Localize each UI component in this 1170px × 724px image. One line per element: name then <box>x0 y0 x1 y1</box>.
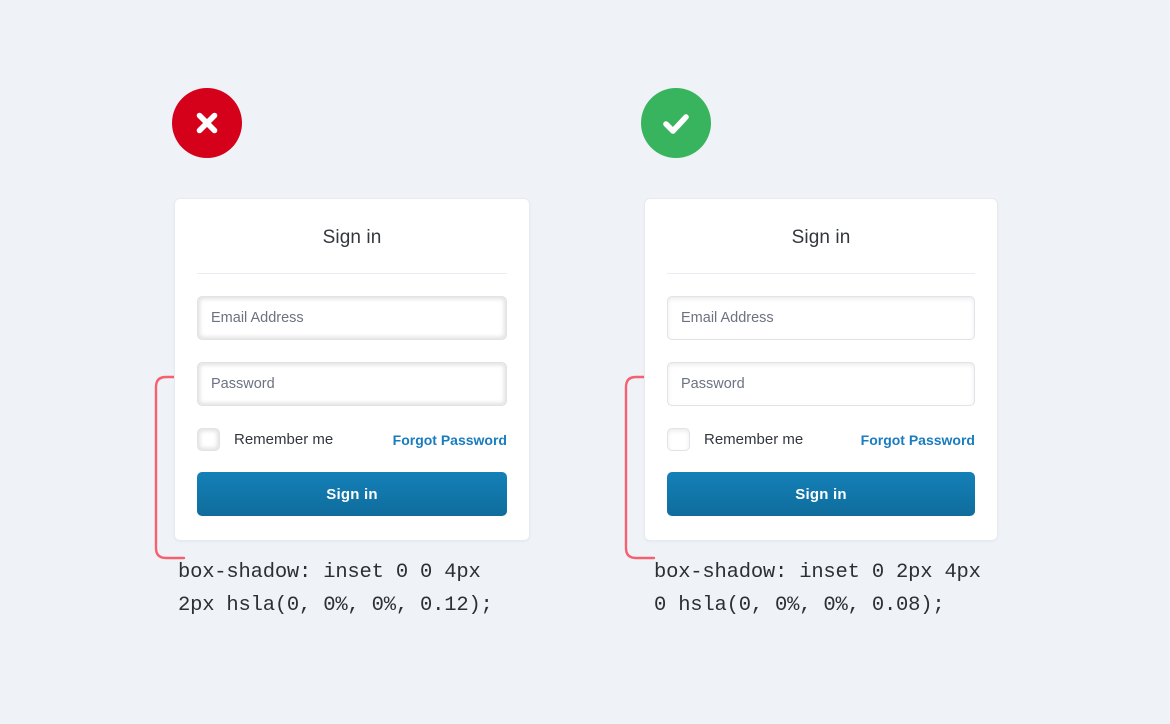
email-input[interactable] <box>667 296 975 340</box>
sign-in-card-incorrect: Sign in Remember me Forgot Password Sign… <box>174 198 530 541</box>
password-input[interactable] <box>667 362 975 406</box>
password-input[interactable] <box>197 362 507 406</box>
comparison-stage: Sign in Remember me Forgot Password Sign… <box>0 0 1170 724</box>
field-spacer <box>197 340 507 362</box>
correct-example: Sign in Remember me Forgot Password Sign… <box>644 198 998 622</box>
card-divider <box>667 273 975 274</box>
sign-in-button[interactable]: Sign in <box>667 472 975 516</box>
sign-in-button[interactable]: Sign in <box>197 472 507 516</box>
remember-me-label: Remember me <box>704 431 804 448</box>
remember-me-label: Remember me <box>234 431 334 448</box>
options-row: Remember me Forgot Password <box>197 428 507 451</box>
card-divider <box>197 273 507 274</box>
forgot-password-link[interactable]: Forgot Password <box>861 432 975 448</box>
card-title: Sign in <box>322 227 382 248</box>
x-mark-icon <box>196 112 218 134</box>
forgot-password-link[interactable]: Forgot Password <box>393 432 507 448</box>
correct-badge <box>641 88 711 158</box>
remember-me-checkbox[interactable] <box>197 428 220 451</box>
incorrect-badge <box>172 88 242 158</box>
incorrect-example: Sign in Remember me Forgot Password Sign… <box>174 198 530 622</box>
sign-in-card-correct: Sign in Remember me Forgot Password Sign… <box>644 198 998 541</box>
field-spacer <box>667 340 975 362</box>
remember-me-checkbox[interactable] <box>667 428 690 451</box>
code-caption-incorrect: box-shadow: inset 0 0 4px 2px hsla(0, 0%… <box>178 561 493 617</box>
card-title: Sign in <box>791 227 851 248</box>
check-mark-icon <box>663 114 689 134</box>
code-caption-correct: box-shadow: inset 0 2px 4px 0 hsla(0, 0%… <box>654 561 981 617</box>
options-row: Remember me Forgot Password <box>667 428 975 451</box>
email-input[interactable] <box>197 296 507 340</box>
